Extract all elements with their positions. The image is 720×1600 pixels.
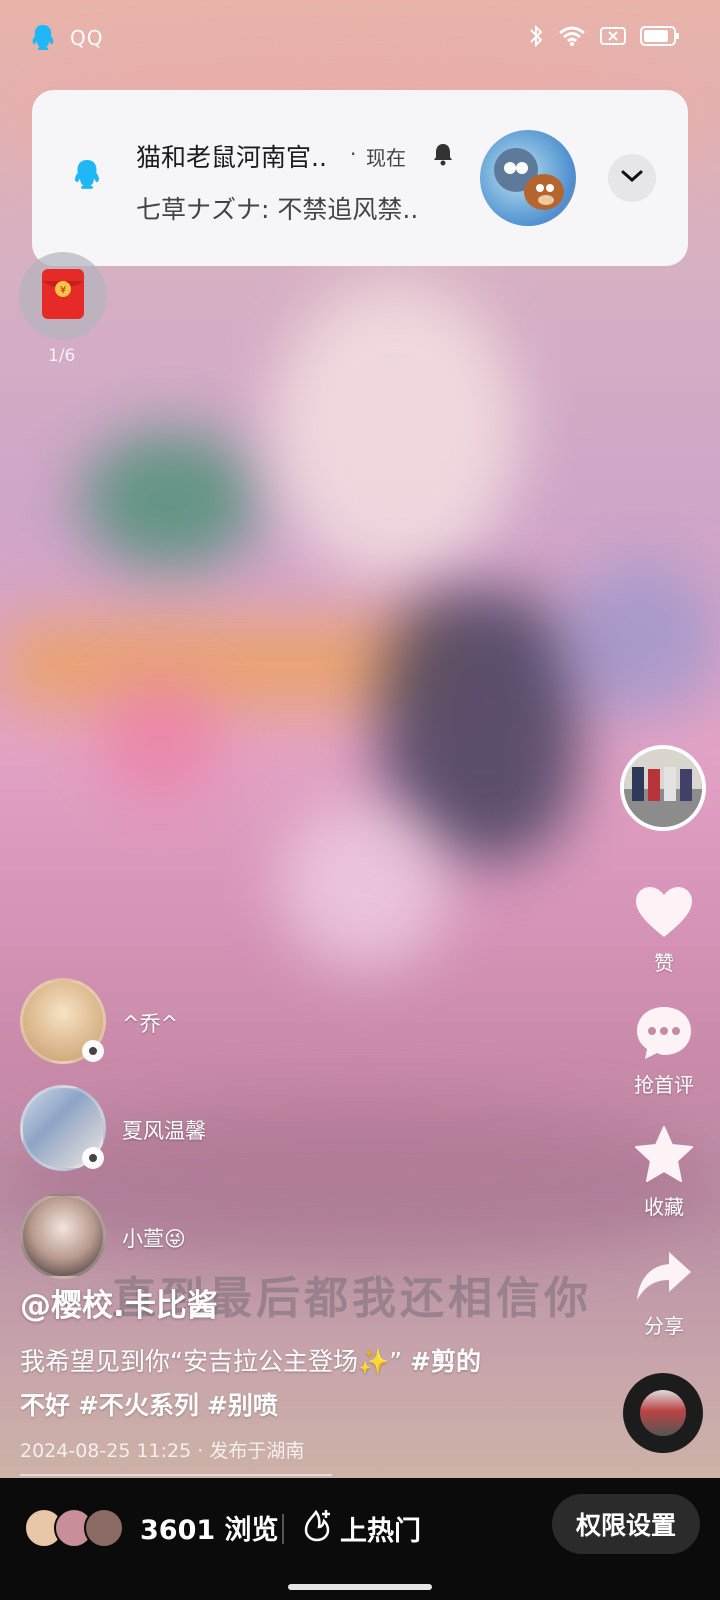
avatar <box>20 1193 106 1279</box>
avatar <box>84 1508 124 1548</box>
svg-text:¥: ¥ <box>60 285 66 296</box>
notification-title: 猫和老鼠河南官.. <box>136 143 327 172</box>
bluetooth-icon <box>528 24 544 52</box>
boost-label: 上热门 <box>340 1516 421 1547</box>
bell-icon <box>432 142 454 170</box>
caption-text: 我希望见到你“安吉拉公主登场✨” <box>20 1347 403 1376</box>
home-indicator[interactable] <box>288 1584 432 1590</box>
comment-icon <box>635 1007 693 1065</box>
notification-time: 现在 <box>366 146 406 170</box>
like-button[interactable]: 赞 <box>614 885 714 976</box>
notification-separator: · <box>350 142 357 166</box>
expand-notification-button[interactable] <box>608 154 656 202</box>
chevron-down-icon <box>620 168 644 188</box>
status-app-name: QQ <box>70 26 104 50</box>
no-sim-icon <box>600 26 626 50</box>
author-avatar[interactable] <box>620 745 706 831</box>
hashtag[interactable]: #别喷 <box>207 1391 278 1420</box>
view-count[interactable]: 3601 浏览 <box>140 1508 279 1547</box>
author-name[interactable]: @樱校.卡比酱 <box>20 1280 218 1325</box>
eye-icon <box>82 1147 104 1169</box>
red-envelope-icon: ¥ <box>40 267 86 325</box>
wifi-icon <box>558 25 586 51</box>
hashtag[interactable]: #不火系列 <box>78 1391 199 1420</box>
video-caption: 我希望见到你“安吉拉公主登场✨” #剪的 不好 #不火系列 #别喷 <box>20 1340 540 1428</box>
hashtag[interactable]: 不好 <box>20 1391 70 1420</box>
music-cover <box>640 1390 686 1436</box>
permission-settings-button[interactable]: 权限设置 <box>552 1494 700 1554</box>
notification-message: 七草ナズナ: 不禁追风禁.. <box>136 195 419 224</box>
post-timestamp: 2024-08-25 11:25 · 发布于湖南 <box>20 1440 305 1462</box>
bottom-bar: 3601 浏览 上热门 权限设置 <box>0 1478 720 1600</box>
heart-icon <box>634 887 694 943</box>
boost-button[interactable]: 上热门 <box>302 1508 421 1549</box>
collect-label: 收藏 <box>644 1195 684 1219</box>
battery-icon <box>640 25 680 51</box>
qq-icon <box>30 24 56 56</box>
star-icon <box>634 1126 694 1187</box>
comment-button[interactable]: 抢首评 <box>614 1005 714 1098</box>
collect-button[interactable]: 收藏 <box>614 1125 714 1220</box>
music-disc-button[interactable] <box>623 1373 703 1453</box>
share-label: 分享 <box>644 1314 684 1338</box>
video-progress-bar[interactable] <box>20 1474 332 1476</box>
divider <box>282 1514 284 1544</box>
sender-avatar <box>480 130 576 226</box>
red-packet-button[interactable]: ¥ <box>19 252 107 340</box>
viewer-name: 夏风温馨 <box>122 1119 206 1143</box>
viewer-name: 小萱😜 <box>122 1227 186 1251</box>
qq-app-icon <box>72 158 102 196</box>
status-bar: QQ <box>0 0 720 76</box>
flame-plus-icon <box>302 1508 332 1549</box>
qq-notification[interactable]: 猫和老鼠河南官.. · 现在 七草ナズナ: 不禁追风禁.. <box>32 90 688 266</box>
like-label: 赞 <box>654 951 674 975</box>
viewer-avatars[interactable] <box>24 1508 124 1548</box>
eye-icon <box>82 1040 104 1062</box>
comment-label: 抢首评 <box>634 1073 694 1097</box>
share-button[interactable]: 分享 <box>614 1250 714 1339</box>
hashtag[interactable]: #剪的 <box>410 1347 481 1376</box>
share-arrow-icon <box>635 1252 693 1306</box>
red-packet-count: 1/6 <box>48 346 76 366</box>
viewer-name: ^乔^ <box>122 1012 179 1036</box>
